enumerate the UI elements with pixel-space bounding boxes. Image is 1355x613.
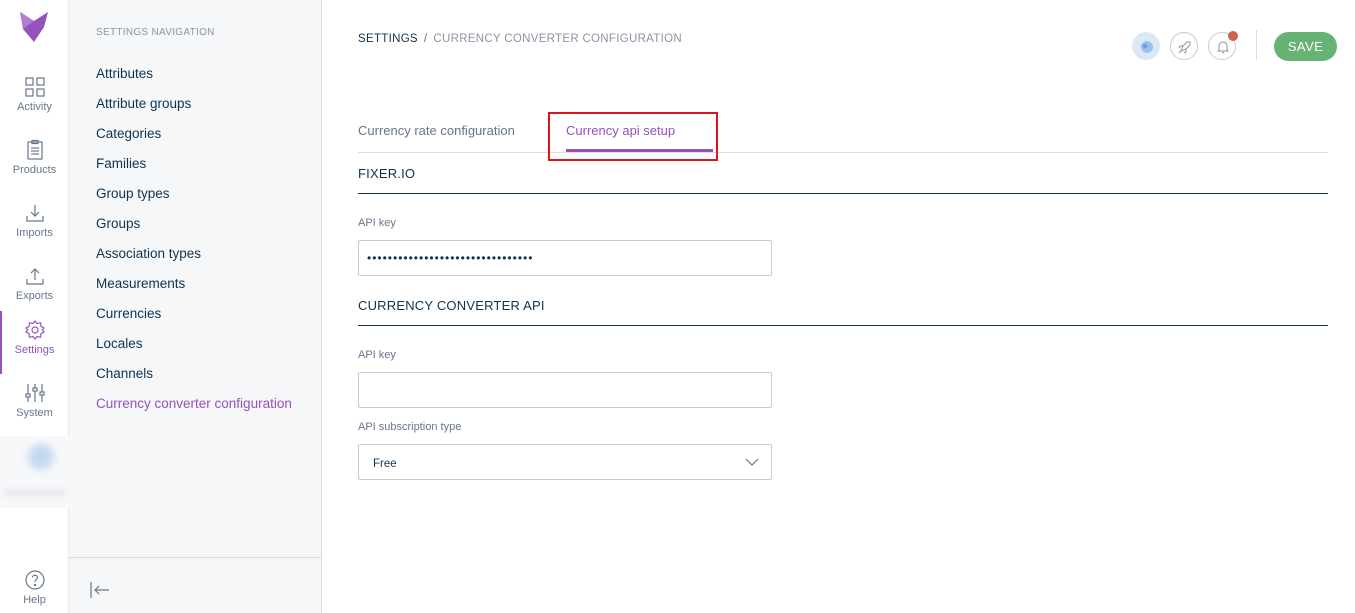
settings-nav-item-locales[interactable]: Locales <box>96 334 292 364</box>
settings-nav-item-channels[interactable]: Channels <box>96 364 292 394</box>
settings-nav-item-association-types[interactable]: Association types <box>96 244 292 274</box>
notifications-button[interactable] <box>1208 31 1238 60</box>
menu-label-settings: Settings <box>14 344 55 356</box>
settings-nav-item-attributes[interactable]: Attributes <box>96 64 292 94</box>
settings-nav-item-families[interactable]: Families <box>96 154 292 184</box>
breadcrumb-settings-link[interactable]: SETTINGS <box>358 33 418 45</box>
tab-currency-rate-configuration[interactable]: Currency rate configuration <box>358 123 515 138</box>
top-actions: SAVE <box>1132 30 1337 64</box>
settings-nav-item-attribute-groups[interactable]: Attribute groups <box>96 94 292 124</box>
subscription-type-select[interactable]: Free <box>358 444 772 480</box>
fixer-section-title: FIXER.IO <box>358 166 1328 194</box>
bell-icon <box>1216 41 1230 53</box>
blurred-label <box>4 490 66 496</box>
fixer-api-key-label: API key <box>358 217 396 229</box>
app-root: Activity Products Imports Exports Settin… <box>0 0 1355 613</box>
header-divider <box>1256 30 1257 60</box>
tab-currency-api-setup[interactable]: Currency api setup <box>566 123 675 138</box>
main-content: SETTINGS / CURRENCY CONVERTER CONFIGURATIO… <box>322 0 1355 613</box>
fixer-api-key-input[interactable] <box>358 240 772 276</box>
settings-nav-item-groups[interactable]: Groups <box>96 214 292 244</box>
products-icon <box>26 139 43 160</box>
settings-nav-footer <box>69 557 321 613</box>
akeneo-logo[interactable] <box>17 9 51 43</box>
menu-label-activity: Activity <box>17 101 52 113</box>
menu-item-settings[interactable]: Settings <box>0 311 69 374</box>
settings-nav-item-currency-converter-configuration[interactable]: Currency converter configuration <box>96 394 292 424</box>
menu-item-imports[interactable]: Imports <box>0 194 69 257</box>
tab-bar: Currency rate configuration Currency api… <box>358 112 1328 161</box>
menu-label-exports: Exports <box>15 290 54 302</box>
menu-item-help[interactable]: Help <box>0 561 69 613</box>
currency-converter-api-section-title: CURRENCY CONVERTER API <box>358 298 1328 326</box>
settings-nav-list: Attributes Attribute groups Categories F… <box>96 64 292 424</box>
blurred-icon <box>28 444 54 470</box>
subscription-type-label: API subscription type <box>358 421 462 433</box>
menu-item-system[interactable]: System <box>0 374 69 437</box>
converter-api-key-input[interactable] <box>358 372 772 408</box>
menu-label-products: Products <box>12 164 57 176</box>
settings-icon <box>24 320 45 340</box>
menu-item-products[interactable]: Products <box>0 131 69 194</box>
menu-item-activity[interactable]: Activity <box>0 68 69 131</box>
settings-navigation: SETTINGS NAVIGATION Attributes Attribute… <box>69 0 322 613</box>
collapse-panel-icon[interactable] <box>89 580 111 600</box>
menu-label-system: System <box>16 407 53 419</box>
settings-navigation-title: SETTINGS NAVIGATION <box>96 27 215 38</box>
blurred-menu-item <box>0 436 69 508</box>
user-avatar[interactable] <box>1132 32 1160 60</box>
converter-api-key-label: API key <box>358 349 396 361</box>
chevron-down-icon <box>745 458 759 466</box>
settings-nav-item-measurements[interactable]: Measurements <box>96 274 292 304</box>
subscription-type-value: Free <box>373 458 397 470</box>
breadcrumb: SETTINGS / CURRENCY CONVERTER CONFIGURATIO… <box>358 33 682 45</box>
save-button[interactable]: SAVE <box>1274 32 1337 61</box>
help-icon <box>24 570 45 590</box>
breadcrumb-separator: / <box>423 33 428 45</box>
settings-nav-item-currencies[interactable]: Currencies <box>96 304 292 334</box>
imports-icon <box>25 205 44 222</box>
user-avatar-icon <box>1141 41 1153 53</box>
notification-dot <box>1228 31 1238 41</box>
main-menu: Activity Products Imports Exports Settin… <box>0 0 69 613</box>
rocket-button[interactable] <box>1170 32 1198 60</box>
rocket-icon <box>1178 41 1191 54</box>
settings-nav-item-group-types[interactable]: Group types <box>96 184 292 214</box>
settings-nav-item-categories[interactable]: Categories <box>96 124 292 154</box>
system-icon <box>24 384 45 402</box>
active-tab-underline <box>566 149 713 152</box>
exports-icon <box>25 268 44 285</box>
breadcrumb-current: CURRENCY CONVERTER CONFIGURATION <box>433 33 682 45</box>
menu-label-imports: Imports <box>16 227 53 239</box>
menu-label-help: Help <box>23 594 46 606</box>
activity-icon <box>24 77 45 97</box>
